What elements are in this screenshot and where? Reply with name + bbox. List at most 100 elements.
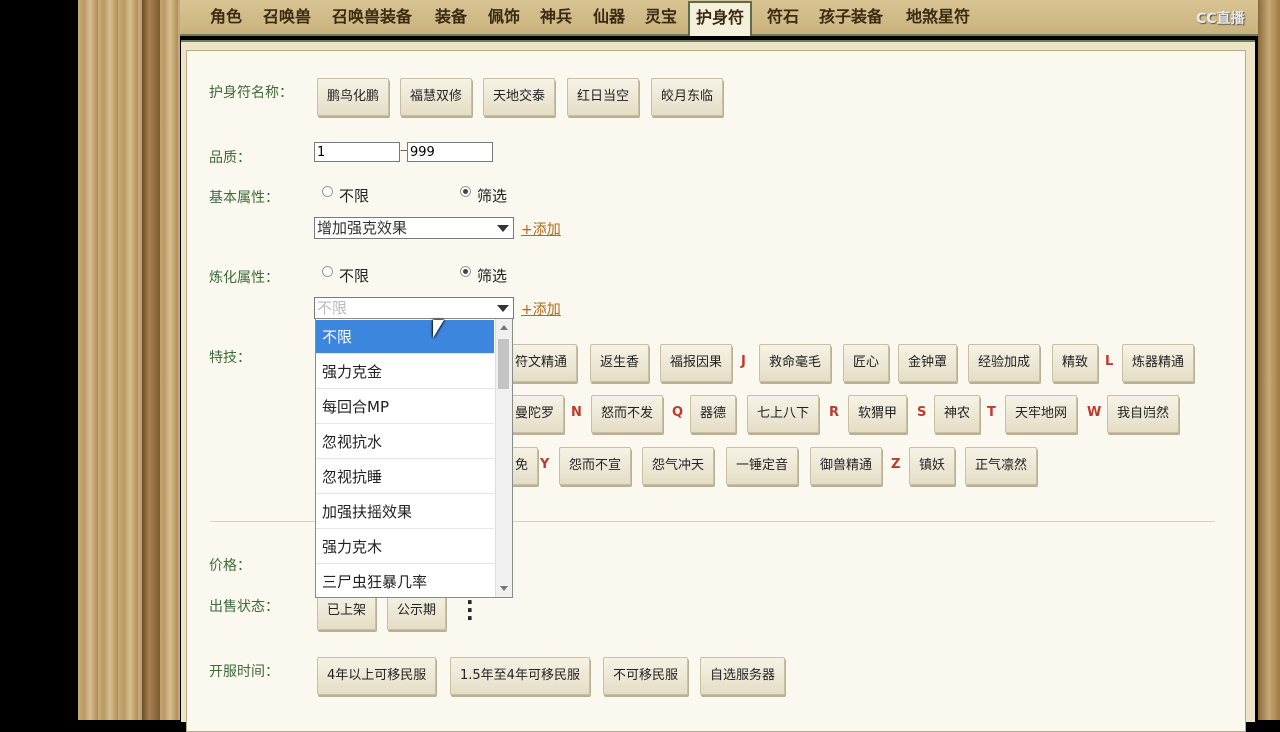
skill-anxious-button[interactable]: 七上八下 xyxy=(747,395,820,433)
dropdown-scrollbar[interactable] xyxy=(495,319,512,597)
open-time-option-3[interactable]: 不可移民服 xyxy=(603,657,689,695)
amulet-option-3[interactable]: 天地交泰 xyxy=(483,78,556,116)
chevron-down-icon xyxy=(497,225,509,232)
watermark-logo: CC直播 xyxy=(1196,11,1245,27)
skill-life-hair-button[interactable]: 救命毫毛 xyxy=(759,344,832,382)
skill-artifact-virtue-button[interactable]: 器德 xyxy=(690,395,737,433)
skill-index-letter[interactable]: J xyxy=(741,354,746,369)
skill-heaven-prison-button[interactable]: 天牢地网 xyxy=(1005,395,1078,433)
refine-attr-placeholder: 不限 xyxy=(317,299,348,317)
skill-forge-mastery-button[interactable]: 炼器精通 xyxy=(1122,344,1195,382)
skill-craftsman-button[interactable]: 匠心 xyxy=(843,344,890,382)
tab-summon[interactable]: 召唤兽 xyxy=(261,4,313,30)
refine-attr-unlimited-radio[interactable] xyxy=(322,266,333,277)
basic-attr-selected-value: 增加强克效果 xyxy=(317,219,408,237)
refine-attr-unlimited-label: 不限 xyxy=(339,267,370,285)
tab-immortal-artifact[interactable]: 仙器 xyxy=(591,4,627,30)
refine-attr-filter-label: 筛选 xyxy=(477,267,508,285)
sale-status-label: 出售状态： xyxy=(209,599,279,615)
dropdown-option[interactable]: 强力克木 xyxy=(316,530,494,564)
quality-max-input[interactable] xyxy=(407,142,493,162)
open-time-label: 开服时间： xyxy=(209,664,279,680)
refine-attr-label: 炼化属性： xyxy=(209,270,279,286)
skill-index-letter[interactable]: Q xyxy=(672,405,683,420)
tab-accessory[interactable]: 佩饰 xyxy=(486,4,522,30)
skill-rune-mastery-button[interactable]: 符文精通 xyxy=(505,344,578,382)
basic-attr-filter-radio[interactable] xyxy=(460,186,471,197)
tab-divine-weapon[interactable]: 神兵 xyxy=(538,4,574,30)
refine-attr-select[interactable]: 不限 xyxy=(314,297,514,319)
basic-attr-unlimited-radio[interactable] xyxy=(322,186,333,197)
skill-one-hammer-button[interactable]: 一锤定音 xyxy=(726,447,799,485)
skill-golden-bell-button[interactable]: 金钟罩 xyxy=(898,344,958,382)
dropdown-option[interactable]: 三尸虫狂暴几率 xyxy=(316,565,494,597)
skill-righteous-button[interactable]: 正气凛然 xyxy=(965,447,1038,485)
skill-index-letter[interactable]: L xyxy=(1105,354,1113,369)
skill-index-letter[interactable]: W xyxy=(1087,405,1101,420)
amulet-option-2[interactable]: 福慧双修 xyxy=(400,78,473,116)
dropdown-option[interactable]: 忽视抗水 xyxy=(316,425,494,459)
chevron-down-icon xyxy=(497,305,509,312)
skill-steadfast-button[interactable]: 我自岿然 xyxy=(1107,395,1180,433)
tab-summon-equipment[interactable]: 召唤兽装备 xyxy=(330,4,414,30)
skill-beast-mastery-button[interactable]: 御兽精通 xyxy=(810,447,883,485)
skill-demon-suppress-button[interactable]: 镇妖 xyxy=(909,447,956,485)
mouse-cursor-icon xyxy=(433,320,444,338)
open-time-option-4[interactable]: 自选服务器 xyxy=(700,657,786,695)
basic-attr-label: 基本属性： xyxy=(209,190,279,206)
tab-child-equipment[interactable]: 孩子装备 xyxy=(817,4,885,30)
scroll-edge-decoration xyxy=(142,0,160,720)
skill-index-letter[interactable]: R xyxy=(829,405,839,420)
dropdown-option[interactable]: 强力克金 xyxy=(316,355,494,389)
category-tab-bar: 角色 召唤兽 召唤兽装备 装备 佩饰 神兵 仙器 灵宝 护身符 符石 孩子装备 … xyxy=(180,0,1258,36)
skill-exp-bonus-button[interactable]: 经验加成 xyxy=(968,344,1041,382)
skill-hedgehog-armor-button[interactable]: 软猬甲 xyxy=(848,395,908,433)
tab-amulet[interactable]: 护身符 xyxy=(688,1,753,36)
price-label: 价格： xyxy=(209,558,251,574)
skill-silent-grudge-button[interactable]: 怨而不宣 xyxy=(559,447,632,485)
left-decorative-border xyxy=(78,0,180,720)
right-decorative-border xyxy=(1258,0,1280,720)
tab-earth-star-rune[interactable]: 地煞星符 xyxy=(904,4,972,30)
skill-mandala-button[interactable]: 曼陀罗 xyxy=(505,395,565,433)
skill-refined-button[interactable]: 精致 xyxy=(1052,344,1099,382)
skill-index-letter[interactable]: Z xyxy=(891,457,900,472)
dropdown-option[interactable]: 每回合MP xyxy=(316,390,494,424)
basic-attr-unlimited-label: 不限 xyxy=(339,187,370,205)
skill-index-letter[interactable]: S xyxy=(917,405,926,420)
amulet-name-label: 护身符名称： xyxy=(209,85,293,101)
skill-index-letter[interactable]: N xyxy=(571,405,582,420)
skills-label: 特技： xyxy=(209,350,251,366)
amulet-option-5[interactable]: 皎月东临 xyxy=(651,78,724,116)
dropdown-option[interactable]: 加强扶摇效果 xyxy=(316,495,494,529)
skill-index-letter[interactable]: T xyxy=(987,405,996,420)
skill-karma-button[interactable]: 福报因果 xyxy=(660,344,733,382)
quality-label: 品质： xyxy=(209,150,251,166)
refine-attr-add-link[interactable]: +添加 xyxy=(521,299,561,319)
dropdown-option[interactable]: 不限 xyxy=(316,320,494,354)
scroll-up-icon[interactable] xyxy=(500,325,508,330)
more-vertical-icon[interactable]: · · · xyxy=(466,592,474,628)
basic-attr-select[interactable]: 增加强克效果 xyxy=(314,217,514,239)
skill-shennong-button[interactable]: 神农 xyxy=(934,395,981,433)
basic-attr-add-link[interactable]: +添加 xyxy=(521,219,561,239)
skill-grudge-rising-button[interactable]: 怨气冲天 xyxy=(642,447,715,485)
quality-min-input[interactable] xyxy=(314,142,400,162)
amulet-option-1[interactable]: 鹏鸟化鹏 xyxy=(317,78,390,116)
tab-spirit-treasure[interactable]: 灵宝 xyxy=(643,4,679,30)
open-time-option-1[interactable]: 4年以上可移民服 xyxy=(317,657,437,695)
tab-role[interactable]: 角色 xyxy=(208,4,244,30)
amulet-option-4[interactable]: 红日当空 xyxy=(567,78,640,116)
skill-revive-incense-button[interactable]: 返生香 xyxy=(590,344,650,382)
refine-attr-filter-radio[interactable] xyxy=(460,266,471,277)
scrollbar-thumb[interactable] xyxy=(498,339,509,389)
scroll-down-icon[interactable] xyxy=(500,586,508,591)
open-time-option-2[interactable]: 1.5年至4年可移民服 xyxy=(450,657,590,695)
dropdown-option[interactable]: 忽视抗睡 xyxy=(316,460,494,494)
tab-rune-stone[interactable]: 符石 xyxy=(765,4,801,30)
refine-attr-dropdown-list: 不限 强力克金 每回合MP 忽视抗水 忽视抗睡 加强扶摇效果 强力克木 三尸虫狂… xyxy=(315,318,513,598)
basic-attr-filter-label: 筛选 xyxy=(477,187,508,205)
skill-index-letter[interactable]: Y xyxy=(540,457,549,472)
tab-equipment[interactable]: 装备 xyxy=(433,4,469,30)
skill-silent-anger-button[interactable]: 怒而不发 xyxy=(591,395,664,433)
